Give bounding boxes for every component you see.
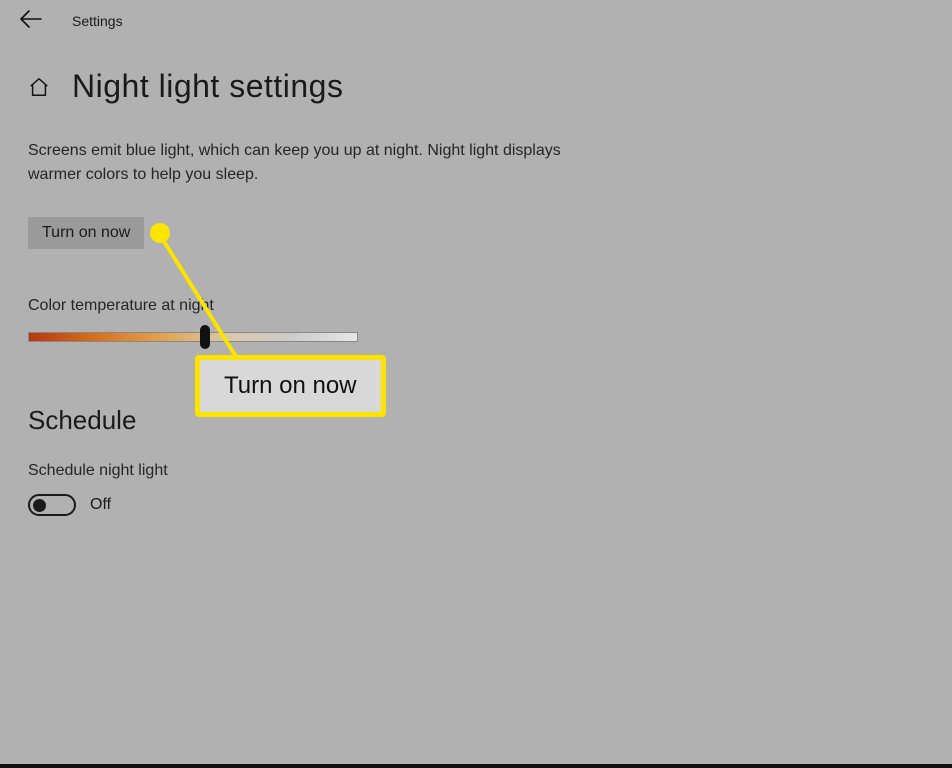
window-bottom-border <box>0 764 952 768</box>
color-temperature-label: Color temperature at night <box>28 297 600 315</box>
turn-on-now-button[interactable]: Turn on now <box>28 217 144 249</box>
schedule-toggle-state: Off <box>90 496 111 514</box>
description-text: Screens emit blue light, which can keep … <box>28 139 568 187</box>
page-title: Night light settings <box>72 68 343 105</box>
schedule-night-light-label: Schedule night light <box>28 462 600 480</box>
page-header: Night light settings <box>0 32 952 105</box>
schedule-toggle-row: Off <box>28 494 600 516</box>
back-arrow-icon[interactable] <box>20 10 42 32</box>
main-content: Screens emit blue light, which can keep … <box>0 105 600 516</box>
schedule-toggle[interactable] <box>28 494 76 516</box>
home-icon[interactable] <box>28 76 50 98</box>
toggle-knob <box>33 499 46 512</box>
top-bar: Settings <box>0 0 952 32</box>
annotation-dot-icon <box>150 223 170 243</box>
annotation-callout: Turn on now <box>195 355 386 417</box>
slider-thumb[interactable] <box>200 325 210 349</box>
slider-track <box>28 332 358 342</box>
color-temperature-slider[interactable] <box>28 329 358 345</box>
app-title: Settings <box>72 13 123 29</box>
